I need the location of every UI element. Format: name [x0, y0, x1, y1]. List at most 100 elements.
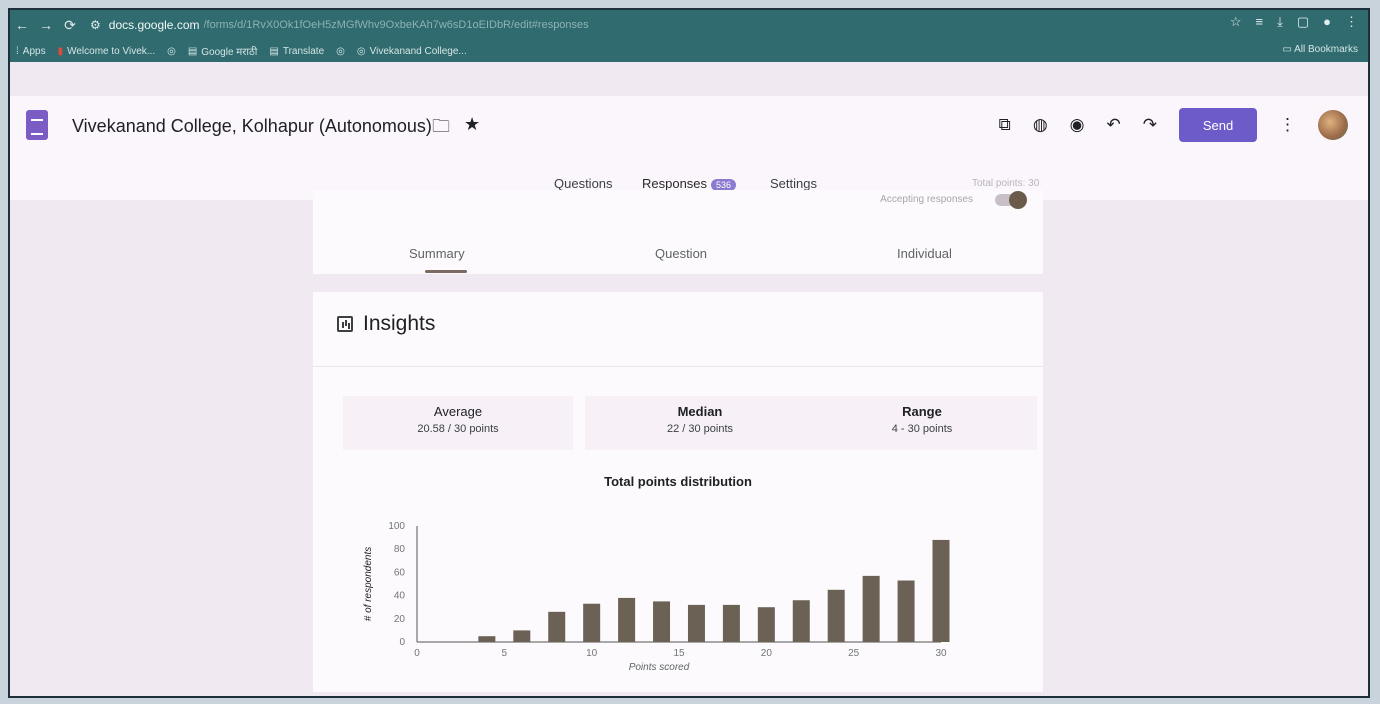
form-title[interactable]: Vivekanand College, Kolhapur (Autonomous…	[72, 116, 432, 137]
bookmark-star-icon[interactable]: ☆	[1230, 14, 1242, 30]
chart-bar	[687, 604, 705, 642]
tab-questions[interactable]: Questions	[554, 176, 613, 191]
apps-grid-icon: ⁞	[16, 45, 19, 57]
bookmark-welcome[interactable]: ▮ Welcome to Vivek...	[58, 46, 156, 57]
profile-icon[interactable]: ●	[1323, 14, 1331, 30]
forward-icon[interactable]: →	[34, 17, 58, 33]
bookmark-globe[interactable]: ◎	[167, 46, 176, 57]
move-to-folder-icon[interactable]: 🗀	[432, 114, 450, 144]
bookmarks-bar: ⁞ Apps ▮ Welcome to Vivek... ◎ ▤ Google मरा…	[10, 40, 1368, 62]
chart-bar	[618, 597, 636, 642]
stat-range-value: 4 - 30 points	[891, 423, 953, 435]
chart-bar	[722, 604, 740, 642]
stat-average-label: Average	[433, 404, 483, 419]
stat-median-value: 22 / 30 points	[666, 423, 734, 435]
browser-chrome: ← → ⟳ ⚙ docs.google.com /forms/d/1RvX0Ok…	[10, 10, 1368, 62]
star-icon[interactable]: ★	[464, 114, 480, 144]
accepting-responses-label: Accepting responses	[880, 194, 973, 205]
chart-bar	[932, 539, 950, 642]
y-tick-label: 20	[394, 614, 406, 625]
bookmark-google-marathi[interactable]: ▤ Google मराठी	[187, 44, 258, 59]
preview-eye-icon[interactable]: ◉	[1070, 115, 1085, 135]
download-icon[interactable]: ⤓	[1277, 14, 1283, 30]
url-host: docs.google.com	[108, 18, 200, 32]
chart-bar	[478, 636, 496, 642]
y-tick-label: 0	[399, 637, 405, 648]
bookmark-apps[interactable]: ⁞ Apps	[16, 46, 46, 57]
more-options-icon[interactable]: ⋮	[1279, 115, 1296, 135]
y-tick-label: 100	[388, 521, 405, 532]
all-bookmarks[interactable]: ▭ All Bookmarks	[1282, 44, 1358, 55]
x-tick-label: 20	[761, 648, 773, 659]
url-path: /forms/d/1RvX0Ok1fOeH5zMGfWhv9OxbeKAh7w6…	[203, 19, 589, 31]
chart-bar	[583, 603, 601, 642]
address-row: ← → ⟳ ⚙ docs.google.com /forms/d/1RvX0Ok…	[10, 10, 1368, 40]
stat-median-label: Median	[677, 404, 723, 419]
accepting-responses-toggle[interactable]	[995, 191, 1027, 209]
x-tick-label: 5	[502, 648, 508, 659]
header-toolbar: ⧉ ◍ ◉ ↶ ↷ Send ⋮	[999, 108, 1348, 142]
tab-responses[interactable]: Responses 536	[642, 176, 737, 191]
total-points: Total points: 30	[972, 178, 1040, 189]
chart-bar	[897, 580, 915, 642]
chart-bar	[548, 611, 566, 642]
title-actions: 🗀 ★	[432, 114, 480, 144]
y-tick-label: 60	[394, 567, 406, 578]
x-tick-label: 30	[935, 648, 947, 659]
browser-window: ← → ⟳ ⚙ docs.google.com /forms/d/1RvX0Ok…	[8, 8, 1370, 698]
folder-icon: ▭	[1282, 44, 1295, 55]
bookmark-globe-2[interactable]: ◎	[336, 46, 345, 57]
send-button[interactable]: Send	[1179, 108, 1257, 142]
reload-icon[interactable]: ⟳	[58, 17, 82, 34]
points-distribution-chart: 0 20 40 60 80 100 0 5 10 15 20 25 30 Points scored # o…	[363, 521, 950, 673]
x-tick-label: 10	[586, 648, 598, 659]
back-icon[interactable]: ←	[10, 17, 34, 33]
stat-average: Average 20.58 / 30 points	[343, 396, 573, 450]
subtab-question[interactable]: Question	[655, 246, 707, 261]
browser-menu-icon[interactable]: ⋮	[1345, 14, 1358, 30]
youtube-icon: ▮	[57, 45, 64, 57]
avatar[interactable]	[1318, 110, 1348, 140]
bookmark-vivekanand[interactable]: ◎ Vivekanand College...	[357, 46, 467, 57]
redo-icon[interactable]: ↷	[1143, 115, 1157, 135]
undo-icon[interactable]: ↶	[1107, 115, 1121, 135]
forms-header: Vivekanand College, Kolhapur (Autonomous…	[10, 96, 1368, 200]
insights-chart-icon	[337, 316, 353, 332]
subtab-active-indicator	[425, 270, 467, 273]
addons-icon[interactable]: ⧉	[999, 115, 1011, 135]
y-tick-label: 80	[394, 544, 406, 555]
tab-settings[interactable]: Settings	[770, 176, 817, 191]
x-tick-label: 25	[848, 648, 860, 659]
insights-header: Insights	[337, 312, 435, 336]
chart-bar	[827, 589, 845, 642]
side-panel-icon[interactable]: ▢	[1297, 14, 1309, 30]
tab-responses-label: Responses	[642, 176, 708, 191]
google-forms-icon[interactable]	[26, 110, 48, 140]
site-info-icon[interactable]: ⚙	[90, 18, 101, 32]
translate-icon-2: ▤	[269, 45, 279, 57]
bookmark-translate[interactable]: ▤ Translate	[269, 46, 324, 57]
chart-title: Total points distribution	[604, 474, 752, 489]
stat-median: Median 22 / 30 points	[585, 396, 815, 450]
subtab-individual[interactable]: Individual	[897, 246, 952, 261]
y-tick-label: 40	[394, 591, 406, 602]
stat-range-label: Range	[902, 404, 942, 419]
address-bar[interactable]: ⚙ docs.google.com /forms/d/1RvX0Ok1fOeH5…	[90, 18, 1090, 32]
globe-icon-2: ◎	[336, 45, 345, 57]
x-tick-label: 15	[673, 648, 685, 659]
x-tick-label: 0	[414, 648, 420, 659]
customize-theme-icon[interactable]: ◍	[1033, 115, 1048, 135]
chart-bar	[792, 600, 810, 642]
stat-range: Range 4 - 30 points	[807, 396, 1037, 450]
globe-icon: ◎	[167, 45, 176, 57]
chart-bar	[862, 575, 880, 642]
y-axis-title: # of respondents	[363, 547, 374, 622]
insights-title: Insights	[363, 312, 436, 335]
stat-average-value: 20.58 / 30 points	[417, 423, 499, 435]
subtab-summary[interactable]: Summary	[409, 246, 465, 261]
divider	[313, 366, 1043, 367]
chart-bar	[513, 630, 531, 642]
translate-icon: ▤	[187, 45, 198, 57]
reading-mode-icon[interactable]: ≡	[1256, 14, 1264, 30]
chart-bar	[653, 601, 671, 642]
